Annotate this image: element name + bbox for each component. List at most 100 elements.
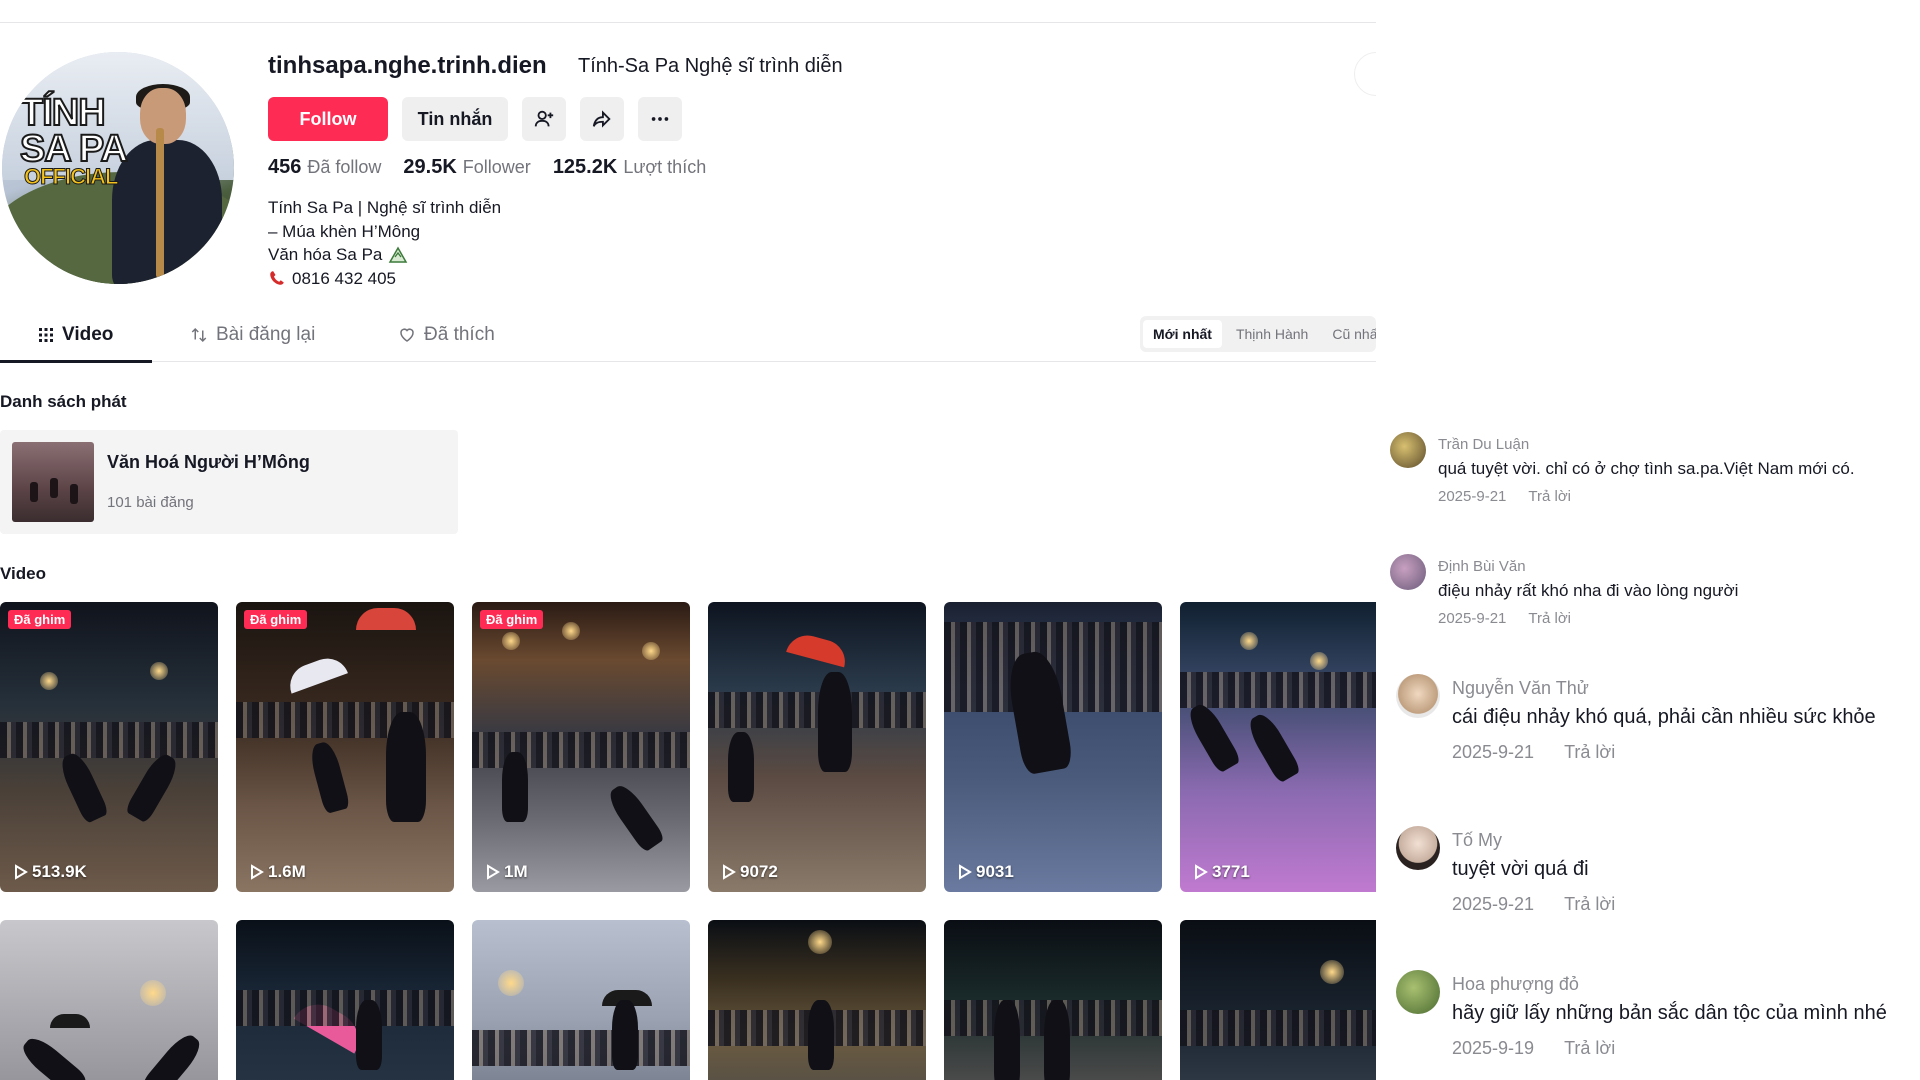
video-card[interactable] (236, 920, 454, 1080)
more-options-button[interactable] (638, 97, 682, 141)
mountain-icon (389, 246, 408, 263)
avatar-logo-text: TÍNH (19, 92, 107, 134)
comment-text: quá tuyệt vời. chỉ có ở chợ tình sa.pa.V… (1438, 459, 1855, 478)
share-button[interactable] (580, 97, 624, 141)
view-count: 513.9K (14, 862, 87, 882)
bio-line: – Múa khèn H’Mông (268, 221, 421, 241)
followers-stat[interactable]: 29.5K Follower (403, 156, 530, 179)
follow-button[interactable]: Follow (268, 97, 388, 141)
video-card[interactable] (708, 920, 926, 1080)
video-card[interactable] (0, 920, 218, 1080)
comment-item: Trần Du Luận quá tuyệt vời. chỉ có ở chợ… (1390, 432, 1920, 512)
profile-nickname: Tính-Sa Pa Nghệ sĩ trình diễn (578, 55, 843, 77)
play-icon (487, 864, 500, 880)
likes-stat: 125.2K Lượt thích (552, 156, 707, 178)
top-divider (0, 22, 1376, 23)
comment-item: Tố My tuyệt vời quá đi 2025-9-21 Trả lời (1396, 826, 1920, 916)
view-count: 9072 (722, 862, 778, 882)
playlist-title: Văn Hoá Người H’Mông (107, 452, 310, 472)
play-icon (15, 864, 28, 880)
avatar-logo-text: SA PA (19, 128, 129, 170)
commenter-name[interactable]: Nguyễn Văn Thử (1452, 678, 1589, 699)
view-count: 1M (486, 862, 528, 882)
heart-icon (400, 328, 414, 342)
share-icon (592, 110, 611, 128)
video-card[interactable]: Đã ghim 1M (472, 602, 690, 892)
reply-button[interactable]: Trả lời (1564, 894, 1615, 915)
video-card[interactable]: 9031 (944, 602, 1162, 892)
comment-text: tuyệt vời quá đi (1452, 858, 1589, 880)
tab-reposts[interactable]: Bài đăng lại (190, 324, 315, 346)
pinned-badge: Đã ghim (244, 610, 308, 629)
comment-item: Định Bùi Văn điệu nhảy rất khó nha đi và… (1390, 554, 1920, 634)
comment-date: 2025-9-21 (1452, 742, 1535, 762)
profile-page: TÍNH SA PA OFFICIAL tinhsapa.nghe.trinh.… (0, 0, 1920, 1080)
tab-video[interactable]: Video (38, 324, 113, 346)
message-button[interactable]: Tin nhắn (402, 97, 508, 141)
comment-item: Hoa phượng đỏ hãy giữ lấy những bản sắc … (1396, 970, 1920, 1060)
profile-stats: 456 Đã follow 29.5K Follower 125.2K Lượt th… (268, 156, 706, 179)
grid-icon (39, 328, 53, 342)
commenter-name[interactable]: Trần Du Luận (1438, 436, 1529, 453)
active-tab-indicator (0, 360, 152, 363)
comment-date: 2025-9-19 (1452, 1038, 1535, 1058)
video-card[interactable]: Đã ghim 1.6M (236, 602, 454, 892)
reply-button[interactable]: Trả lời (1564, 742, 1615, 763)
playlist-card[interactable]: Văn Hoá Người H’Mông 101 bài đăng (0, 430, 458, 534)
sort-newest[interactable]: Mới nhất (1143, 320, 1222, 348)
suggested-accounts-button[interactable] (522, 97, 566, 141)
profile-bio: Tính Sa Pa | Nghệ sĩ trình diễn – Múa kh… (268, 196, 501, 290)
comment-date: 2025-9-21 (1452, 894, 1535, 914)
video-card[interactable] (944, 920, 1162, 1080)
video-heading: Video (0, 564, 46, 583)
sort-oldest[interactable]: Cũ nhất (1322, 320, 1376, 348)
tab-liked[interactable]: Đã thích (398, 324, 495, 346)
commenter-name[interactable]: Hoa phượng đỏ (1452, 974, 1579, 995)
bio-line: 0816 432 405 (268, 267, 501, 291)
view-count: 1.6M (250, 862, 306, 882)
video-card[interactable]: Đã ghim 513.9K (0, 602, 218, 892)
following-stat[interactable]: 456 Đã follow (268, 156, 381, 179)
view-count: 9031 (958, 862, 1014, 882)
phone-icon (270, 271, 284, 285)
video-card[interactable] (472, 920, 690, 1080)
reply-button[interactable]: Trả lời (1564, 1038, 1615, 1059)
play-icon (959, 864, 972, 880)
repost-icon (191, 327, 207, 343)
play-icon (723, 864, 736, 880)
commenter-avatar[interactable] (1390, 554, 1426, 590)
avatar-logo-text: OFFICIAL (23, 164, 118, 189)
comment-text: cái điệu nhảy khó quá, phải cần nhiều sứ… (1452, 706, 1876, 728)
commenter-avatar[interactable] (1396, 674, 1440, 718)
play-icon (1195, 864, 1208, 880)
playlist-thumbnail (12, 442, 94, 522)
commenter-avatar[interactable] (1390, 432, 1426, 468)
commenter-avatar[interactable] (1396, 826, 1440, 870)
add-user-icon (534, 110, 554, 127)
video-card[interactable] (1180, 920, 1376, 1080)
playlist-count: 101 bài đăng (107, 494, 194, 511)
profile-username: tinhsapa.nghe.trinh.dien (268, 52, 547, 79)
reply-button[interactable]: Trả lời (1528, 488, 1571, 505)
edge-control[interactable] (1354, 52, 1376, 96)
comment-text: hãy giữ lấy những bản sắc dân tộc của mì… (1452, 1002, 1887, 1024)
commenter-name[interactable]: Tố My (1452, 830, 1502, 851)
playlist-heading: Danh sách phát (0, 392, 127, 411)
profile-column: TÍNH SA PA OFFICIAL tinhsapa.nghe.trinh.… (0, 0, 1376, 1080)
video-card[interactable]: 3771 (1180, 602, 1376, 892)
commenter-name[interactable]: Định Bùi Văn (1438, 558, 1526, 575)
view-count: 3771 (1194, 862, 1250, 882)
bio-line: Văn hóa Sa Pa (268, 243, 501, 267)
pinned-badge: Đã ghim (8, 610, 72, 629)
commenter-avatar[interactable] (1396, 970, 1440, 1014)
comment-text: điệu nhảy rất khó nha đi vào lòng người (1438, 581, 1739, 600)
sort-popular[interactable]: Thịnh Hành (1226, 320, 1318, 348)
reply-button[interactable]: Trả lời (1528, 610, 1571, 627)
comment-date: 2025-9-21 (1438, 610, 1507, 627)
play-icon (251, 864, 264, 880)
more-icon (651, 117, 669, 121)
video-card[interactable]: 9072 (708, 602, 926, 892)
sort-selector: Mới nhất Thịnh Hành Cũ nhất (1140, 316, 1376, 352)
comment-item: Nguyễn Văn Thử cái điệu nhảy khó quá, ph… (1396, 674, 1920, 764)
avatar[interactable]: TÍNH SA PA OFFICIAL (2, 52, 234, 284)
